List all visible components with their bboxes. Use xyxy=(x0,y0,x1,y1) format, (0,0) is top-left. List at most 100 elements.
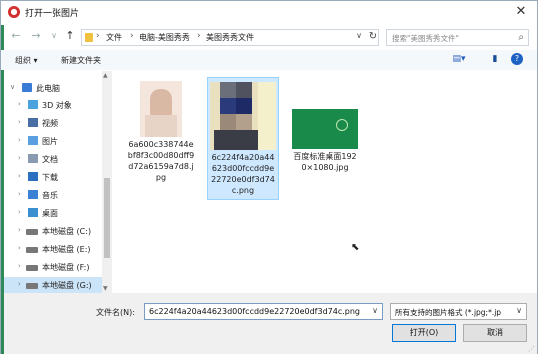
sidebar-item-video[interactable]: › 视频 xyxy=(4,115,102,131)
sidebar-item-label: 图片 xyxy=(42,137,58,146)
sidebar-item-drive-f[interactable]: › 本地磁盘 (F:) xyxy=(4,259,102,275)
file-list: 6a600c338744ebf8f3c00d80dff9d72a6159a7d8… xyxy=(115,71,537,293)
scrollbar-thumb[interactable] xyxy=(104,178,110,258)
filename-label: 文件名(N): xyxy=(96,308,135,317)
sidebar-item-documents[interactable]: › 文档 xyxy=(4,151,102,167)
expand-chevron-icon[interactable]: › xyxy=(18,190,21,198)
help-icon[interactable]: ? xyxy=(511,53,523,65)
sidebar-item-desktop[interactable]: › 桌面 xyxy=(4,205,102,221)
open-image-dialog: ● 打开一张图片 ✕ ← → ∨ ↑ › 文件 › 电脑-美图秀秀 › 美图秀秀… xyxy=(0,0,538,354)
sidebar-item-drive-c[interactable]: › 本地磁盘 (C:) xyxy=(4,223,102,239)
drive-icon xyxy=(26,283,38,289)
file-item[interactable]: 6a600c338744ebf8f3c00d80dff9d72a6159a7d8… xyxy=(125,77,197,186)
sidebar-item-label: 此电脑 xyxy=(36,84,60,93)
sidebar-item-label: 3D 对象 xyxy=(42,101,72,110)
change-view-icon[interactable]: ▤▾ xyxy=(451,53,467,66)
filename-value: 6c224f4a20a44623d00fccdd9e22720e0df3d74c… xyxy=(149,307,361,316)
expand-chevron-icon[interactable]: › xyxy=(18,172,21,180)
sidebar-item-label: 本地磁盘 (E:) xyxy=(42,245,91,254)
title-bar: ● 打开一张图片 ✕ xyxy=(1,1,537,25)
sidebar-item-label: 音乐 xyxy=(42,191,58,200)
preview-pane-icon[interactable]: ▮ xyxy=(487,53,503,66)
up-arrow-icon[interactable]: ↑ xyxy=(63,29,77,43)
desktop-icon xyxy=(28,208,38,217)
sidebar-item-label: 本地磁盘 (G:) xyxy=(42,281,92,290)
breadcrumb-item[interactable]: 电脑-美图秀秀 xyxy=(139,32,190,43)
refresh-icon[interactable]: ↻ xyxy=(367,30,379,43)
navigation-pane-scrollbar[interactable]: ▲ ▼ xyxy=(102,71,112,293)
recent-locations-chevron-icon[interactable]: ∨ xyxy=(47,29,61,43)
expand-chevron-icon[interactable]: › xyxy=(18,154,21,162)
navigation-bar: ← → ∨ ↑ › 文件 › 电脑-美图秀秀 › 美图秀秀文件 ∨ ↻ 搜索"美… xyxy=(1,26,537,48)
filename-dropdown-chevron-icon[interactable]: ∨ xyxy=(372,306,378,315)
breadcrumb-item[interactable]: 美图秀秀文件 xyxy=(206,32,254,43)
collapse-chevron-icon[interactable]: ∨ xyxy=(10,83,15,91)
expand-chevron-icon[interactable]: › xyxy=(18,226,21,234)
address-dropdown-chevron-icon[interactable]: ∨ xyxy=(356,31,362,40)
open-button[interactable]: 打开(O) xyxy=(392,324,456,342)
expand-chevron-icon[interactable]: › xyxy=(18,208,21,216)
sidebar-item-label: 本地磁盘 (F:) xyxy=(42,263,90,272)
sidebar-item-label: 下载 xyxy=(42,173,58,182)
expand-chevron-icon[interactable]: › xyxy=(18,136,21,144)
scroll-up-arrow-icon[interactable]: ▲ xyxy=(103,72,108,79)
video-icon xyxy=(28,118,38,127)
app-logo-icon: ● xyxy=(8,6,20,18)
expand-chevron-icon[interactable]: › xyxy=(18,280,21,288)
address-bar[interactable]: › 文件 › 电脑-美图秀秀 › 美图秀秀文件 ∨ xyxy=(81,29,379,46)
sidebar-item-pictures[interactable]: › 图片 xyxy=(4,133,102,149)
sidebar-item-drive-e[interactable]: › 本地磁盘 (E:) xyxy=(4,241,102,257)
3d-objects-icon xyxy=(28,100,38,109)
search-box[interactable]: 搜索"美图秀秀文件" ⌕ xyxy=(386,29,529,46)
scroll-down-arrow-icon[interactable]: ▼ xyxy=(103,285,108,292)
search-placeholder: 搜索"美图秀秀文件" xyxy=(392,34,459,43)
mouse-cursor-icon: ⬉ xyxy=(351,242,360,253)
computer-icon xyxy=(22,83,32,92)
command-toolbar: 组织 ▾ 新建文件夹 ▤▾ ▮ ? xyxy=(1,50,537,70)
image-thumbnail xyxy=(140,81,182,137)
resize-grip-icon[interactable]: ⋰ xyxy=(528,345,535,353)
music-icon xyxy=(28,190,38,199)
new-folder-button[interactable]: 新建文件夹 xyxy=(61,55,101,66)
sidebar-item-this-pc[interactable]: ∨ 此电脑 xyxy=(4,80,102,96)
dialog-footer: 文件名(N): 6c224f4a20a44623d00fccdd9e22720e… xyxy=(4,293,537,354)
cancel-button[interactable]: 取消 xyxy=(463,324,527,342)
expand-chevron-icon[interactable]: › xyxy=(18,262,21,270)
sidebar-item-label: 本地磁盘 (C:) xyxy=(42,227,92,236)
sidebar-item-downloads[interactable]: › 下载 xyxy=(4,169,102,185)
organize-menu-button[interactable]: 组织 ▾ xyxy=(15,55,38,66)
sidebar-item-drive-g[interactable]: › 本地磁盘 (G:) xyxy=(4,277,102,293)
forward-arrow-icon[interactable]: → xyxy=(29,29,43,43)
documents-icon xyxy=(28,154,38,163)
back-arrow-icon[interactable]: ← xyxy=(9,29,23,43)
sidebar-item-3d-objects[interactable]: › 3D 对象 xyxy=(4,97,102,113)
expand-chevron-icon[interactable]: › xyxy=(18,100,21,108)
file-type-value: 所有支持的图片格式 (*.jpg;*.jp xyxy=(395,308,502,317)
drive-icon xyxy=(26,247,38,253)
file-name: 百度标准桌面1920×1080.jpg xyxy=(293,152,357,172)
breadcrumb-separator: › xyxy=(130,31,134,41)
drive-icon xyxy=(26,265,38,271)
expand-chevron-icon[interactable]: › xyxy=(18,118,21,126)
file-name: 6c224f4a20a44623d00fccdd9e22720e0df3d74c… xyxy=(211,153,275,195)
sidebar-item-label: 视频 xyxy=(42,119,58,128)
folder-icon xyxy=(85,33,93,42)
file-item-selected[interactable]: 6c224f4a20a44623d00fccdd9e22720e0df3d74c… xyxy=(207,77,279,200)
expand-chevron-icon[interactable]: › xyxy=(18,244,21,252)
file-name: 6a600c338744ebf8f3c00d80dff9d72a6159a7d8… xyxy=(127,140,195,182)
filename-input[interactable]: 6c224f4a20a44623d00fccdd9e22720e0df3d74c… xyxy=(144,303,383,320)
sidebar-item-label: 文档 xyxy=(42,155,58,164)
image-thumbnail xyxy=(292,109,358,149)
window-title: 打开一张图片 xyxy=(25,9,80,19)
breadcrumb-item[interactable]: 文件 xyxy=(106,32,122,43)
file-item[interactable]: 百度标准桌面1920×1080.jpg xyxy=(289,77,361,176)
drive-icon xyxy=(26,229,38,235)
navigation-pane: ∨ 此电脑 › 3D 对象 › 视频 › 图片 › 文档 › 下载 › 音乐 ›… xyxy=(4,71,114,293)
file-type-chevron-icon[interactable]: ∨ xyxy=(516,306,522,315)
search-icon: ⌕ xyxy=(518,32,524,43)
image-thumbnail xyxy=(210,82,276,150)
sidebar-item-music[interactable]: › 音乐 xyxy=(4,187,102,203)
pictures-icon xyxy=(28,136,38,145)
close-button[interactable]: ✕ xyxy=(511,3,531,21)
file-type-select[interactable]: 所有支持的图片格式 (*.jpg;*.jp ∨ xyxy=(390,303,527,320)
